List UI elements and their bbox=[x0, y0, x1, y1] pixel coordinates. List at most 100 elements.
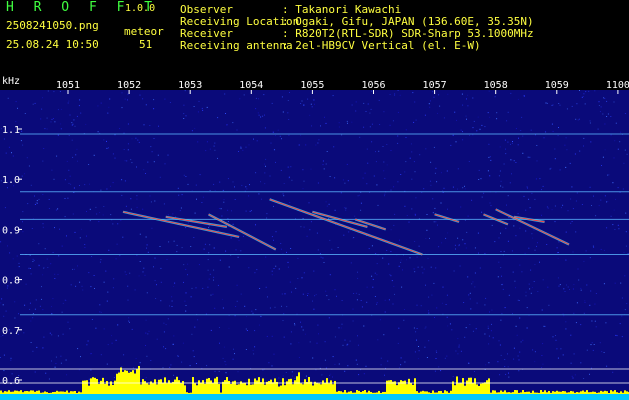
noise-speck bbox=[423, 268, 425, 270]
noise-speck bbox=[172, 213, 174, 215]
activity-column bbox=[522, 390, 524, 394]
noise-speck bbox=[583, 145, 584, 147]
noise-speck bbox=[298, 342, 300, 344]
noise-speck bbox=[38, 198, 40, 200]
activity-column bbox=[30, 390, 32, 394]
noise-speck bbox=[288, 134, 290, 136]
activity-column bbox=[618, 392, 620, 394]
noise-speck bbox=[465, 115, 467, 117]
activity-column bbox=[50, 392, 52, 394]
noise-speck bbox=[432, 212, 434, 214]
activity-column bbox=[34, 391, 36, 394]
noise-speck bbox=[183, 174, 185, 176]
activity-column bbox=[510, 392, 512, 394]
noise-speck bbox=[433, 221, 435, 223]
noise-speck bbox=[191, 333, 193, 335]
noise-speck bbox=[275, 265, 277, 267]
noise-speck bbox=[450, 144, 452, 146]
noise-speck bbox=[311, 125, 312, 127]
noise-speck bbox=[389, 94, 391, 95]
noise-speck bbox=[592, 245, 594, 247]
noise-speck bbox=[576, 103, 578, 105]
noise-speck bbox=[225, 364, 227, 366]
noise-speck bbox=[594, 90, 596, 92]
noise-speck bbox=[413, 161, 415, 163]
noise-speck bbox=[320, 125, 321, 127]
noise-speck bbox=[625, 212, 627, 214]
activity-column bbox=[624, 390, 626, 394]
noise-speck bbox=[377, 221, 379, 223]
activity-column bbox=[580, 391, 582, 394]
noise-speck bbox=[491, 323, 492, 325]
noise-speck bbox=[364, 172, 366, 174]
noise-speck bbox=[344, 182, 346, 184]
noise-speck bbox=[467, 215, 469, 217]
activity-column bbox=[180, 383, 182, 394]
noise-speck bbox=[520, 341, 522, 343]
noise-speck bbox=[328, 299, 330, 301]
noise-speck bbox=[300, 321, 301, 323]
noise-speck bbox=[605, 322, 607, 324]
noise-speck bbox=[564, 291, 566, 292]
noise-speck bbox=[544, 130, 546, 132]
noise-speck bbox=[610, 116, 612, 117]
noise-speck bbox=[352, 320, 354, 322]
noise-speck bbox=[541, 309, 543, 311]
noise-speck bbox=[352, 308, 354, 310]
noise-speck bbox=[24, 113, 26, 114]
noise-speck bbox=[613, 101, 615, 103]
noise-speck bbox=[598, 205, 600, 207]
noise-speck bbox=[44, 248, 46, 250]
noise-speck bbox=[472, 330, 474, 332]
noise-speck bbox=[286, 306, 288, 308]
noise-speck bbox=[436, 351, 438, 353]
noise-speck bbox=[142, 271, 144, 273]
noise-speck bbox=[39, 305, 41, 307]
activity-column bbox=[136, 369, 138, 394]
noise-speck bbox=[433, 96, 435, 98]
noise-speck bbox=[316, 342, 318, 344]
noise-speck bbox=[522, 152, 524, 154]
noise-speck bbox=[386, 250, 388, 251]
activity-column bbox=[568, 392, 570, 394]
activity-baseline bbox=[0, 394, 629, 400]
noise-speck bbox=[363, 373, 365, 375]
activity-column bbox=[546, 392, 548, 394]
noise-speck bbox=[544, 325, 546, 327]
noise-speck bbox=[366, 183, 368, 185]
noise-speck bbox=[607, 174, 609, 176]
noise-speck bbox=[209, 148, 211, 150]
noise-speck bbox=[322, 160, 324, 162]
noise-speck bbox=[22, 144, 24, 146]
y-axis-label: kHz bbox=[2, 76, 20, 87]
activity-column bbox=[10, 391, 12, 394]
noise-speck bbox=[485, 364, 487, 366]
activity-column bbox=[204, 383, 206, 394]
activity-column bbox=[16, 390, 18, 394]
noise-speck bbox=[446, 170, 448, 172]
noise-speck bbox=[518, 300, 520, 301]
noise-speck bbox=[435, 267, 437, 269]
x-tick-label: 1053 bbox=[178, 80, 202, 91]
noise-speck bbox=[542, 279, 544, 281]
noise-speck bbox=[173, 374, 175, 376]
noise-speck bbox=[169, 102, 171, 103]
noise-speck bbox=[621, 315, 623, 317]
noise-speck bbox=[581, 96, 583, 98]
noise-speck bbox=[367, 103, 369, 105]
noise-speck bbox=[488, 362, 490, 364]
noise-speck bbox=[384, 299, 386, 301]
activity-column bbox=[324, 383, 326, 394]
noise-speck bbox=[571, 221, 573, 222]
activity-column bbox=[160, 379, 162, 394]
activity-column bbox=[218, 384, 220, 394]
noise-speck bbox=[54, 366, 56, 368]
noise-speck bbox=[465, 247, 467, 249]
noise-speck bbox=[449, 323, 451, 325]
noise-speck bbox=[562, 354, 564, 356]
noise-speck bbox=[190, 296, 192, 298]
noise-speck bbox=[570, 334, 572, 336]
noise-speck bbox=[508, 372, 509, 374]
noise-speck bbox=[557, 135, 559, 137]
noise-speck bbox=[47, 267, 49, 268]
